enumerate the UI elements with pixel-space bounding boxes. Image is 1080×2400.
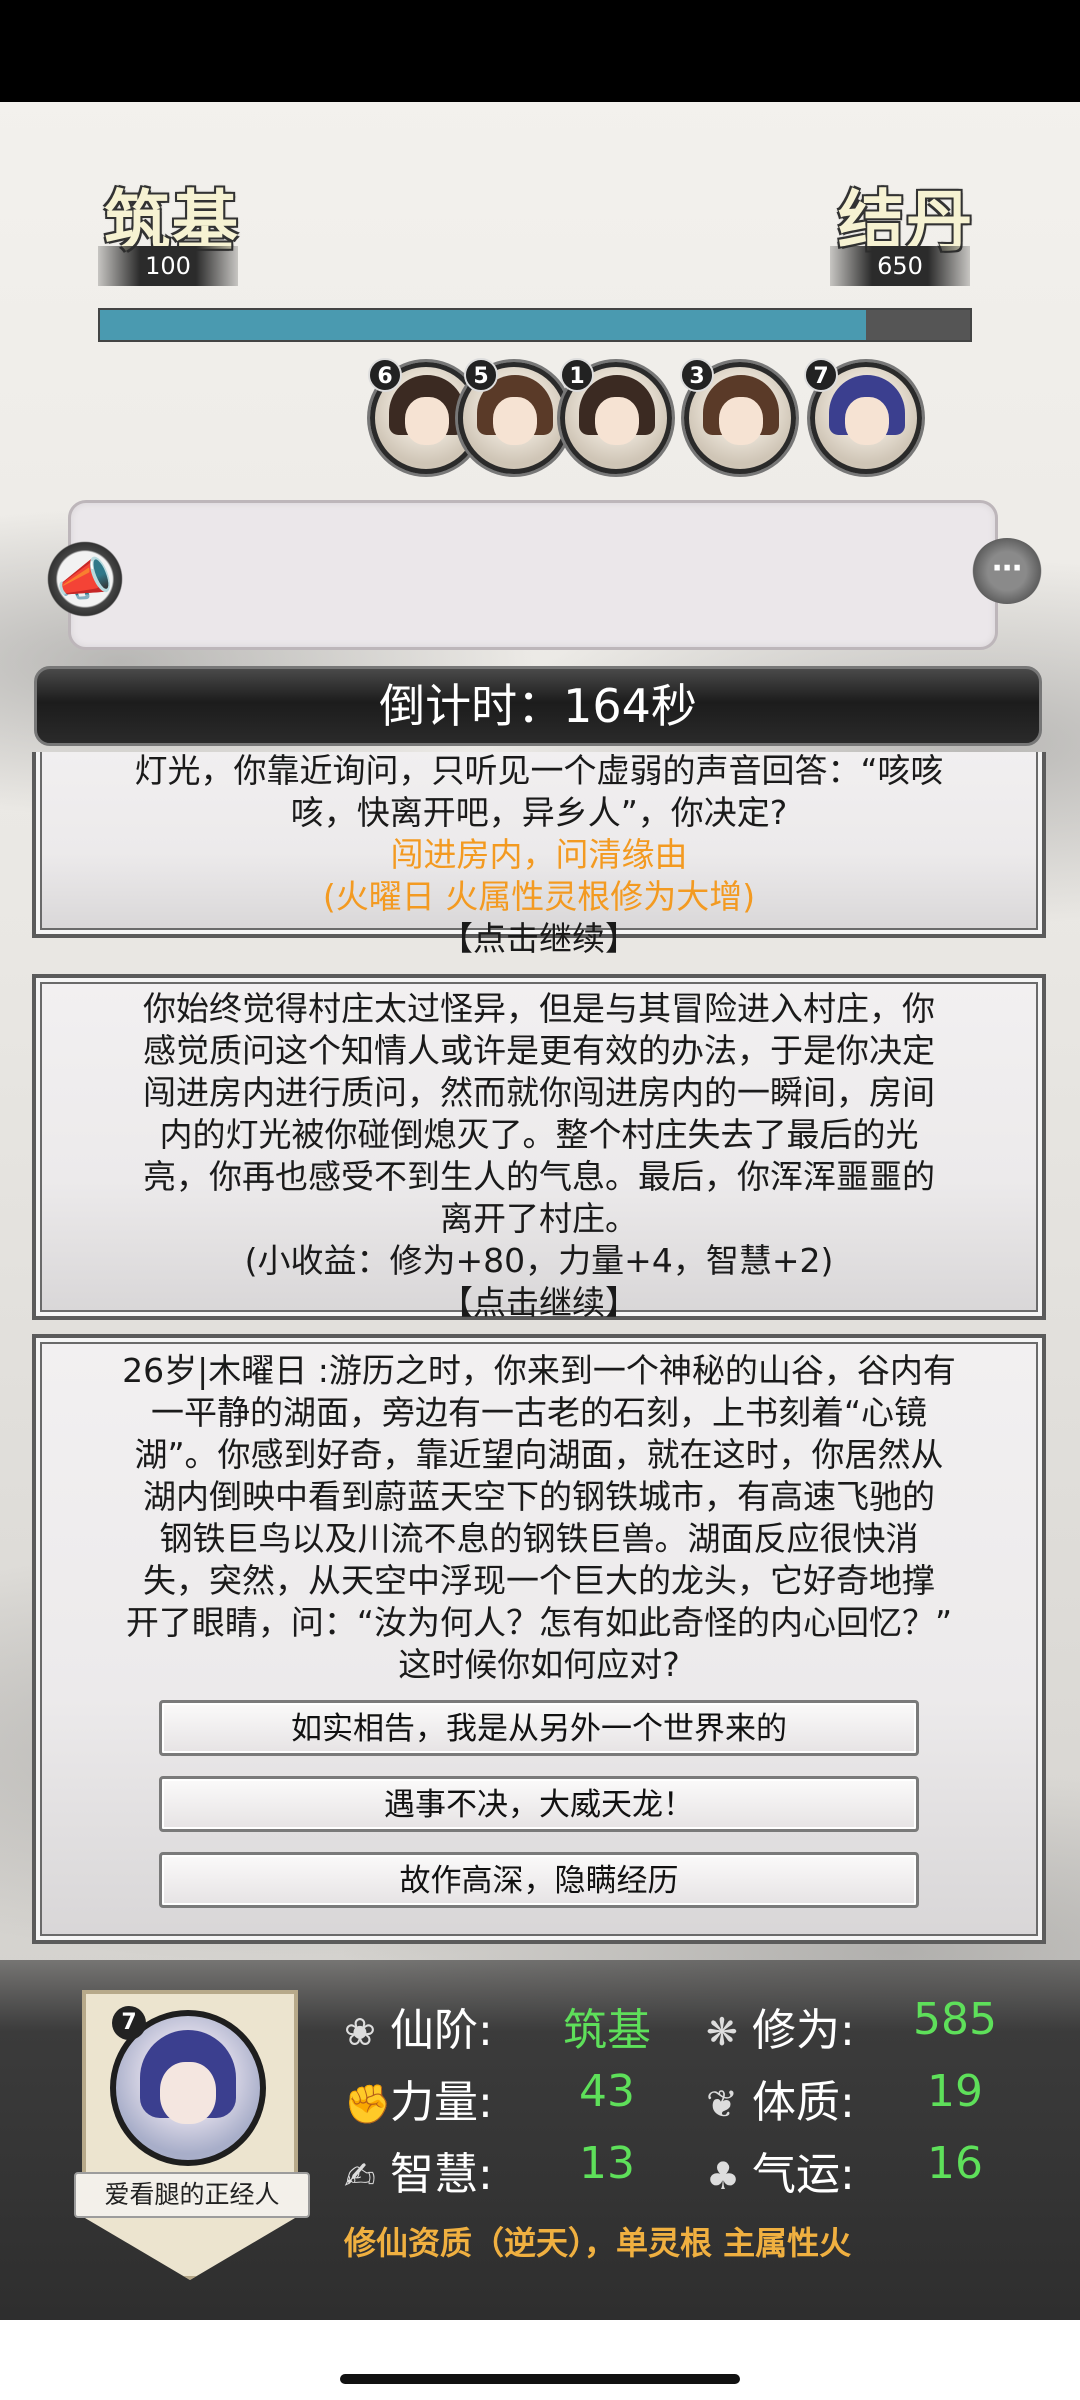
- navigation-bar: [0, 2320, 1080, 2400]
- stat-rank: ❀ 仙阶:: [344, 1994, 493, 2056]
- status-bar: [0, 0, 1080, 102]
- stat-luck-value: 16: [927, 2138, 983, 2189]
- lotus-icon: ❀: [344, 2010, 376, 2054]
- chat-bubble-icon[interactable]: ⋯: [972, 538, 1042, 604]
- story-text-line: 一平静的湖面，旁边有一古老的石刻，上书刻着“心镜: [150, 1393, 928, 1432]
- day-effect-text: (火曜日 火属性灵根修为大增): [322, 877, 756, 916]
- story-card[interactable]: 你始终觉得村庄太过怪异，但是与其冒险进入村庄，你 感觉质问这个知情人或许是更有效…: [32, 974, 1046, 1322]
- home-indicator[interactable]: [340, 2374, 740, 2384]
- fist-icon: ✊: [344, 2082, 392, 2126]
- current-realm-value: 100: [98, 246, 238, 286]
- leaf-icon: ❦: [706, 2082, 738, 2126]
- stat-strength-value: 43: [579, 2066, 635, 2117]
- stat-strength: ✊力量:: [344, 2066, 493, 2128]
- avatar-face: [405, 397, 449, 445]
- avatar-face: [160, 2062, 216, 2124]
- story-text-line: 咳，快离开吧，异乡人”，你决定?: [290, 793, 788, 832]
- story-text-line: 湖内倒映中看到蔚蓝天空下的钢铁城市，有高速飞驰的: [143, 1477, 935, 1516]
- avatar-face: [719, 397, 763, 445]
- story-text-line: 湖”。你感到好奇，靠近望向湖面，就在这时，你居然从: [134, 1435, 944, 1474]
- stat-label: 仙阶:: [390, 2005, 493, 2056]
- broadcast-message-box: [68, 500, 998, 650]
- stat-wisdom: ✍ 智慧:: [344, 2138, 493, 2200]
- continue-prompt[interactable]: 【点击继续】: [36, 918, 1042, 960]
- stat-label: 智慧:: [390, 2149, 493, 2200]
- party-avatar-badge: 6: [368, 358, 402, 392]
- party-avatar-row: 6 5 1 3 7: [368, 358, 930, 482]
- next-realm-value: 650: [830, 246, 970, 286]
- clover-icon: ♣: [706, 2154, 741, 2198]
- party-avatar-badge: 1: [560, 358, 594, 392]
- player-name: 爱看腿的正经人: [74, 2172, 310, 2218]
- aptitude-text: 修仙资质（逆天），单灵根 主属性火: [344, 2224, 852, 2262]
- party-avatar-badge: 3: [680, 358, 714, 392]
- stat-label: 修为:: [752, 2005, 855, 2056]
- avatar-face: [595, 397, 639, 445]
- cultivation-progress-fill: [100, 310, 866, 340]
- option-button-3[interactable]: 故作高深，隐瞒经历: [159, 1852, 919, 1908]
- reward-text: (小收益：修为+80，力量+4，智慧+2): [244, 1241, 834, 1280]
- continue-prompt[interactable]: 【点击继续】: [36, 1282, 1042, 1324]
- chosen-option-text: 闯进房内，问清缘由: [390, 835, 688, 874]
- story-text-line: 内的灯光被你碰倒熄灭了。整个村庄失去了最后的光: [159, 1115, 919, 1154]
- party-avatar-badge: 7: [804, 358, 838, 392]
- story-text-line: 26岁|木曜日 :游历之时，你来到一个神秘的山谷，谷内有: [122, 1351, 956, 1390]
- option-button-1[interactable]: 如实相告，我是从另外一个世界来的: [159, 1700, 919, 1756]
- stat-luck: ♣ 气运:: [706, 2138, 855, 2200]
- party-avatar-badge: 5: [464, 358, 498, 392]
- story-text-line: 这时候你如何应对?: [398, 1645, 680, 1684]
- stat-rank-value: 筑基: [563, 2005, 651, 2056]
- story-text-line: 失，突然，从天空中浮现一个巨大的龙头，它好奇地撑: [143, 1561, 935, 1600]
- option-button-2[interactable]: 遇事不决，大威天龙！: [159, 1776, 919, 1832]
- avatar-face: [845, 397, 889, 445]
- avatar-face: [493, 397, 537, 445]
- story-text-line: 亮，你再也感受不到生人的气息。最后，你浑浑噩噩的: [143, 1157, 935, 1196]
- story-text-line: 你始终觉得村庄太过怪异，但是与其冒险进入村庄，你: [143, 989, 935, 1028]
- story-text-line: 离开了村庄。: [440, 1199, 638, 1238]
- stat-physique: ❦ 体质:: [706, 2066, 855, 2128]
- cultivation-progress-bar: [98, 308, 972, 342]
- countdown-timer: 倒计时：164秒: [34, 666, 1042, 746]
- hand-sign-icon: ✍: [344, 2154, 376, 2198]
- story-log[interactable]: 灯光，你靠近询问，只听见一个虚弱的声音回答：“咳咳 咳，快离开吧，异乡人”，你决…: [32, 752, 1046, 1947]
- story-card[interactable]: 灯光，你靠近询问，只听见一个虚弱的声音回答：“咳咳 咳，快离开吧，异乡人”，你决…: [32, 752, 1046, 958]
- stat-cultivation: ❋ 修为:: [706, 1994, 855, 2056]
- story-text-line: 钢铁巨鸟以及川流不息的钢铁巨兽。湖面反应很快消: [159, 1519, 919, 1558]
- story-card-current: 26岁|木曜日 :游历之时，你来到一个神秘的山谷，谷内有 一平静的湖面，旁边有一…: [32, 1334, 1046, 1944]
- swirl-icon: ❋: [706, 2010, 738, 2054]
- story-text-line: 感觉质问这个知情人或许是更有效的办法，于是你决定: [143, 1031, 935, 1070]
- story-text-line: 开了眼睛，问：“汝为何人？怎有如此奇怪的内心回忆？”: [125, 1603, 953, 1642]
- stat-label: 气运:: [752, 2149, 855, 2200]
- stat-wisdom-value: 13: [579, 2138, 635, 2189]
- stat-label: 体质:: [752, 2077, 855, 2128]
- stat-label: 力量:: [390, 2077, 493, 2128]
- stat-physique-value: 19: [927, 2066, 983, 2117]
- megaphone-icon[interactable]: 📣: [42, 536, 128, 622]
- story-text-line: 灯光，你靠近询问，只听见一个虚弱的声音回答：“咳咳: [134, 752, 944, 790]
- story-text-line: 闯进房内进行质问，然而就你闯进房内的一瞬间，房间: [143, 1073, 935, 1112]
- stat-cultivation-value: 585: [913, 1994, 997, 2045]
- player-avatar-badge: 7: [112, 2006, 146, 2040]
